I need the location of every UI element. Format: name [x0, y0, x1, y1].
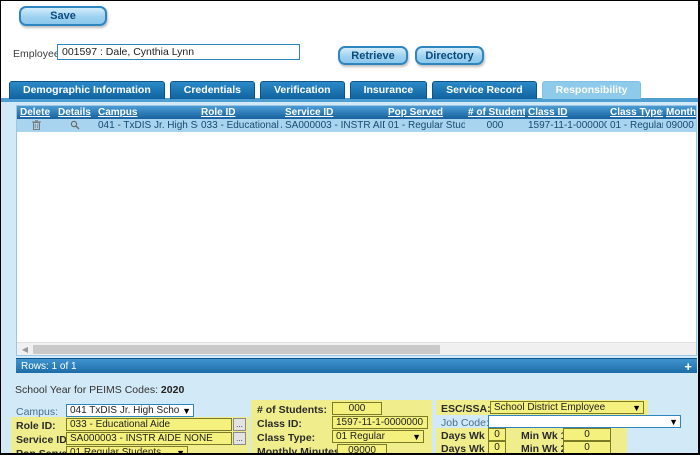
- campus-select[interactable]: 041 TxDIS Jr. High School 7 - 8 ▼: [66, 404, 194, 417]
- column-header-details[interactable]: Details: [55, 106, 95, 119]
- esc-ssa-select-value: School District Employee: [494, 402, 606, 413]
- chevron-down-icon: ▼: [182, 405, 191, 416]
- monthly-minutes-input[interactable]: [337, 444, 387, 453]
- peims-label: School Year for PEIMS Codes:: [15, 384, 158, 396]
- job-code-select[interactable]: ▼: [488, 415, 681, 428]
- cell-monthly-minutes: 09000: [663, 119, 696, 132]
- cell-role-id: 033 - Educational Aide: [198, 119, 282, 132]
- delete-row-cell: [17, 119, 55, 132]
- service-id-label: Service ID:: [16, 434, 71, 446]
- class-type-select[interactable]: 01 Regular ▼: [332, 430, 424, 443]
- column-header-campus[interactable]: Campus: [95, 106, 198, 119]
- cell-class-types: 01 - Regular: [607, 119, 663, 132]
- monthly-minutes-label: Monthly Minutes:: [257, 446, 344, 455]
- cell-service-id: SA000003 - INSTR AIDE NONE: [282, 119, 385, 132]
- column-header-class-id[interactable]: Class ID: [525, 106, 607, 119]
- responsibility-grid: Delete Details Campus Role ID Service ID…: [16, 105, 697, 356]
- column-header-service-id[interactable]: Service ID: [282, 106, 385, 119]
- employee-input[interactable]: [57, 44, 300, 60]
- table-row[interactable]: 041 - TxDIS Jr. High School 7 - 8 033 - …: [17, 119, 696, 132]
- column-header-monthly-minutes[interactable]: Monthly Minutes: [663, 106, 696, 119]
- rows-status-bar: Rows: 1 of 1 +: [16, 358, 697, 373]
- esc-ssa-select[interactable]: School District Employee ▼: [490, 401, 644, 414]
- class-type-select-value: 01 Regular: [336, 431, 385, 442]
- class-id-input[interactable]: [332, 416, 428, 429]
- trash-icon[interactable]: [31, 120, 41, 131]
- min-wk1-input[interactable]: [563, 428, 611, 441]
- campus-label: Campus:: [16, 406, 59, 418]
- responsibility-panel: Delete Details Campus Role ID Service ID…: [1, 98, 698, 453]
- cell-num-students: 000: [465, 119, 525, 132]
- tab-credentials[interactable]: Credentials: [169, 81, 255, 99]
- details-row-cell: [55, 119, 95, 132]
- tab-strip: Demographic Information Credentials Veri…: [9, 81, 642, 99]
- scrollbar-thumb[interactable]: [33, 345, 441, 354]
- chevron-down-icon: ▼: [632, 402, 641, 413]
- campus-select-value: 041 TxDIS Jr. High School 7 - 8: [70, 405, 180, 416]
- peims-year: 2020: [160, 384, 185, 396]
- cell-class-id: 1597-11-1-0000000: [525, 119, 607, 132]
- role-id-label: Role ID:: [16, 420, 56, 432]
- cell-campus: 041 - TxDIS Jr. High School 7 - 8: [95, 119, 198, 132]
- tab-insurance[interactable]: Insurance: [349, 81, 428, 99]
- column-header-num-students[interactable]: # of Students: [465, 106, 525, 119]
- job-code-label: Job Code:: [441, 417, 489, 429]
- column-header-delete[interactable]: Delete: [17, 106, 55, 119]
- rows-count-label: Rows: 1 of 1: [21, 360, 77, 372]
- column-header-role-id[interactable]: Role ID: [198, 106, 282, 119]
- scroll-left-icon[interactable]: ◀: [19, 343, 31, 355]
- app-window: Save Employee: Retrieve Directory Demogr…: [0, 0, 700, 455]
- min-wk2-input[interactable]: [563, 441, 611, 453]
- class-type-label: Class Type:: [257, 432, 316, 444]
- peims-school-year: School Year for PEIMS Codes: 2020: [15, 384, 184, 396]
- days-wk1-input[interactable]: [488, 428, 506, 441]
- pop-served-select-value: 01 Regular Students: [70, 447, 162, 455]
- esc-ssa-label: ESC/SSA:: [441, 403, 491, 415]
- role-id-input[interactable]: [66, 418, 232, 431]
- chevron-down-icon: ▼: [669, 416, 678, 427]
- tab-responsibility[interactable]: Responsibility: [541, 81, 642, 99]
- service-id-lookup-button[interactable]: ...: [233, 432, 246, 445]
- num-students-input[interactable]: [332, 402, 382, 415]
- class-id-label: Class ID:: [257, 418, 302, 430]
- column-header-pop-served[interactable]: Pop Served: [385, 106, 465, 119]
- column-header-class-types[interactable]: Class Types: [607, 106, 663, 119]
- num-students-label: # of Students:: [257, 404, 327, 416]
- tab-demographic-information[interactable]: Demographic Information: [9, 81, 165, 99]
- directory-button[interactable]: Directory: [415, 46, 484, 65]
- retrieve-button[interactable]: Retrieve: [338, 46, 408, 65]
- magnifier-icon[interactable]: [70, 120, 80, 130]
- tab-verification[interactable]: Verification: [259, 81, 345, 99]
- horizontal-scrollbar[interactable]: ◀: [17, 342, 696, 355]
- role-id-lookup-button[interactable]: ...: [233, 418, 246, 431]
- save-button[interactable]: Save: [19, 6, 107, 26]
- service-id-input[interactable]: [66, 432, 232, 445]
- cell-pop-served: 01 - Regular Students: [385, 119, 465, 132]
- pop-served-select[interactable]: 01 Regular Students ▼: [66, 446, 188, 455]
- days-wk2-input[interactable]: [488, 441, 506, 453]
- employee-label: Employee:: [13, 48, 63, 60]
- add-row-icon[interactable]: +: [684, 360, 692, 373]
- chevron-down-icon: ▼: [176, 447, 185, 455]
- chevron-down-icon: ▼: [412, 431, 421, 442]
- tab-service-record[interactable]: Service Record: [432, 81, 537, 99]
- grid-header-row: Delete Details Campus Role ID Service ID…: [17, 106, 696, 119]
